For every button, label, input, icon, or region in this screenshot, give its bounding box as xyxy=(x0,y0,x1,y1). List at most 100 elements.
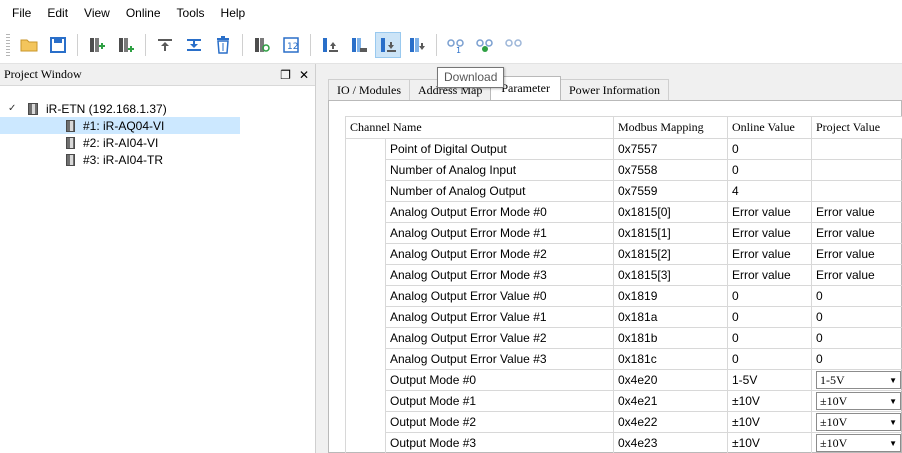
col-header-channel-name[interactable]: Channel Name xyxy=(345,116,614,139)
row-indent xyxy=(345,327,386,349)
table-row[interactable]: Output Mode #3 0x4e23 ±10V ±10V ▼ xyxy=(345,432,902,453)
module-icon xyxy=(66,136,75,149)
cell-channel-name: Output Mode #0 xyxy=(385,369,614,391)
pin-icon[interactable]: ❐ xyxy=(280,68,291,82)
tree-item-module-3[interactable]: #3: iR-AI04-TR xyxy=(0,151,240,168)
menu-tools[interactable]: Tools xyxy=(169,0,213,26)
cell-online-value: ±10V xyxy=(727,390,812,412)
chevron-down-icon[interactable]: ▼ xyxy=(889,376,897,385)
tab-io-modules[interactable]: IO / Modules xyxy=(328,79,410,100)
cell-channel-name: Output Mode #3 xyxy=(385,432,614,453)
output-mode-select[interactable]: ±10V ▼ xyxy=(816,413,901,431)
cell-project-value[interactable]: 0 xyxy=(811,285,902,307)
disconnect-icon[interactable] xyxy=(472,32,498,58)
link-icon[interactable] xyxy=(501,32,527,58)
tree-item-label: #3: iR-AI04-TR xyxy=(83,152,164,167)
table-row[interactable]: Analog Output Error Value #2 0x181b 0 0 xyxy=(345,327,902,349)
chevron-down-icon[interactable]: ▼ xyxy=(889,397,897,406)
module-icon xyxy=(66,153,75,166)
cell-channel-name: Output Mode #1 xyxy=(385,390,614,412)
add-module-2-icon[interactable] xyxy=(113,32,139,58)
cell-project-value: 1-5V ▼ xyxy=(811,369,902,391)
download-all-icon[interactable] xyxy=(404,32,430,58)
table-row[interactable]: Number of Analog Output 0x7559 4 xyxy=(345,180,902,202)
cell-project-value[interactable]: Error value xyxy=(811,243,902,265)
add-module-icon[interactable] xyxy=(84,32,110,58)
io-map-icon[interactable]: 12 xyxy=(278,32,304,58)
cell-project-value: ±10V ▼ xyxy=(811,432,902,453)
cell-modbus-mapping: 0x1815[0] xyxy=(613,201,728,223)
download-icon[interactable] xyxy=(375,31,401,58)
move-up-icon[interactable] xyxy=(152,32,178,58)
cell-project-value[interactable]: Error value xyxy=(811,222,902,244)
chevron-down-icon[interactable]: ▼ xyxy=(889,439,897,448)
menu-file[interactable]: File xyxy=(4,0,39,26)
table-row[interactable]: Output Mode #2 0x4e22 ±10V ±10V ▼ xyxy=(345,411,902,433)
chevron-down-icon[interactable]: ▼ xyxy=(889,418,897,427)
cell-project-value[interactable]: Error value xyxy=(811,264,902,286)
table-row[interactable]: Output Mode #1 0x4e21 ±10V ±10V ▼ xyxy=(345,390,902,412)
connect-icon[interactable]: 1 xyxy=(443,32,469,58)
table-row[interactable]: Analog Output Error Value #1 0x181a 0 0 xyxy=(345,306,902,328)
row-indent xyxy=(345,222,386,244)
table-row[interactable]: Analog Output Error Value #0 0x1819 0 0 xyxy=(345,285,902,307)
cell-channel-name: Analog Output Error Value #2 xyxy=(385,327,614,349)
table-row[interactable]: Analog Output Error Mode #0 0x1815[0] Erro… xyxy=(345,201,902,223)
save-icon[interactable] xyxy=(45,32,71,58)
col-header-online-value[interactable]: Online Value xyxy=(727,116,812,139)
table-row[interactable]: Analog Output Error Value #3 0x181c 0 0 xyxy=(345,348,902,370)
project-window-title: Project Window xyxy=(4,67,82,81)
row-indent xyxy=(345,285,386,307)
module-panel: IO / Modules Address Map Parameter Power… xyxy=(318,64,902,453)
move-down-icon[interactable] xyxy=(181,32,207,58)
upload-icon[interactable] xyxy=(317,32,343,58)
scan-icon[interactable] xyxy=(249,32,275,58)
table-row[interactable]: Point of Digital Output 0x7557 0 xyxy=(345,138,902,160)
cell-online-value: 0 xyxy=(727,285,812,307)
table-row[interactable]: Analog Output Error Mode #2 0x1815[2] Erro… xyxy=(345,243,902,265)
delete-icon[interactable] xyxy=(210,32,236,58)
menu-edit[interactable]: Edit xyxy=(39,0,76,26)
cell-online-value: ±10V xyxy=(727,411,812,433)
project-window-header: Project Window ❐ ✕ xyxy=(0,64,315,86)
cell-modbus-mapping: 0x181c xyxy=(613,348,728,370)
cell-modbus-mapping: 0x4e21 xyxy=(613,390,728,412)
close-icon[interactable]: ✕ xyxy=(299,68,309,82)
tab-power-information[interactable]: Power Information xyxy=(559,79,669,100)
cell-online-value: 4 xyxy=(727,180,812,202)
chevron-down-icon[interactable]: ✓ xyxy=(8,103,22,114)
cell-modbus-mapping: 0x1819 xyxy=(613,285,728,307)
table-row[interactable]: Analog Output Error Mode #1 0x1815[1] Erro… xyxy=(345,222,902,244)
cell-channel-name: Analog Output Error Value #0 xyxy=(385,285,614,307)
cell-modbus-mapping: 0x4e20 xyxy=(613,369,728,391)
tree-item-module-2[interactable]: #2: iR-AI04-VI xyxy=(0,134,240,151)
cell-channel-name: Analog Output Error Value #1 xyxy=(385,306,614,328)
coupler-icon xyxy=(28,102,38,115)
menu-help[interactable]: Help xyxy=(213,0,254,26)
project-window: Project Window ❐ ✕ ✓ iR-ETN (192.168.1.3… xyxy=(0,64,316,453)
col-header-modbus-mapping[interactable]: Modbus Mapping xyxy=(613,116,728,139)
cell-project-value[interactable]: Error value xyxy=(811,201,902,223)
table-row[interactable]: Number of Analog Input 0x7558 0 xyxy=(345,159,902,181)
tree-root-label: iR-ETN (192.168.1.37) xyxy=(46,101,167,116)
col-header-project-value[interactable]: Project Value xyxy=(811,116,902,139)
output-mode-select[interactable]: ±10V ▼ xyxy=(816,434,901,452)
row-indent xyxy=(345,201,386,223)
menu-online[interactable]: Online xyxy=(118,0,169,26)
tree-root[interactable]: ✓ iR-ETN (192.168.1.37) xyxy=(0,100,315,117)
output-mode-select[interactable]: 1-5V ▼ xyxy=(816,371,901,389)
menu-view[interactable]: View xyxy=(76,0,118,26)
table-row[interactable]: Analog Output Error Mode #3 0x1815[3] Erro… xyxy=(345,264,902,286)
cell-modbus-mapping: 0x181b xyxy=(613,327,728,349)
cell-project-value[interactable]: 0 xyxy=(811,306,902,328)
cell-project-value[interactable]: 0 xyxy=(811,327,902,349)
output-mode-select[interactable]: ±10V ▼ xyxy=(816,392,901,410)
cell-project-value: ±10V ▼ xyxy=(811,390,902,412)
toolbar-grip[interactable] xyxy=(6,33,10,56)
table-row[interactable]: Output Mode #0 0x4e20 1-5V 1-5V ▼ xyxy=(345,369,902,391)
open-folder-icon[interactable] xyxy=(16,32,42,58)
compare-icon[interactable] xyxy=(346,32,372,58)
cell-project-value[interactable]: 0 xyxy=(811,348,902,370)
toolbar: 12 1 xyxy=(0,26,902,64)
tree-item-module-1[interactable]: #1: iR-AQ04-VI xyxy=(0,117,240,134)
